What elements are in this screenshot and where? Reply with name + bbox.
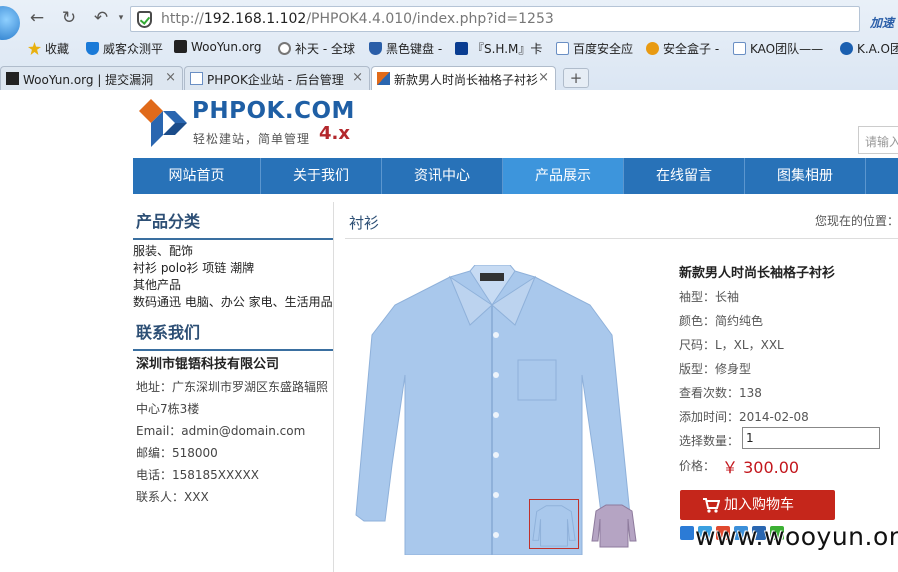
tab-product[interactable]: 新款男人时尚长袖格子衬衫 × (371, 66, 556, 90)
bookmark-item[interactable]: 补天 - 全球 (278, 40, 355, 57)
browser-chrome: ← ↻ ↶ ▾ http://192.168.1.102/PHPOK4.4.01… (0, 0, 898, 90)
product-attribute: 查看次数：138 (679, 386, 762, 400)
phpok-icon (377, 72, 390, 85)
menu-item-about[interactable]: 关于我们 (261, 158, 382, 194)
back-arrow-icon[interactable]: ← (26, 8, 48, 28)
star-icon (28, 42, 41, 55)
product-attribute: 添加时间：2014-02-08 (679, 410, 809, 424)
menu-item-gallery[interactable]: 图集相册 (745, 158, 866, 194)
product-price: ￥ 300.00 (722, 458, 800, 477)
bookmarks-bar: 收藏 威客众测平 WooYun.org 补天 - 全球 黑色键盘 - 『S.H.… (0, 36, 898, 60)
new-tab-button[interactable]: + (563, 68, 589, 88)
share-plus-icon[interactable] (680, 526, 694, 540)
quantity-label: 选择数量： (679, 434, 740, 448)
bookmark-item[interactable]: 威客众测平 (86, 40, 163, 57)
wooyun-icon (174, 40, 187, 53)
shield-icon (86, 42, 99, 55)
bookmark-item[interactable]: KAO团队—— (733, 40, 823, 57)
refresh-icon[interactable]: ↻ (58, 8, 80, 28)
product-thumb-purple[interactable] (589, 499, 639, 549)
web-page: PHPOK.COM 轻松建站，简单管理 4.x 请输入 网站首页 关于我们 资讯… (0, 90, 898, 572)
cart-icon (703, 498, 720, 513)
brand-slogan: 轻松建站，简单管理 (193, 132, 311, 146)
contact-title: 联系我们 (133, 313, 333, 351)
bookmark-item[interactable]: 收藏 (28, 40, 69, 57)
category-link[interactable]: 衬衫 polo衫 项链 潮牌 (133, 260, 333, 277)
bookmark-item[interactable]: 『S.H.M』卡 (455, 40, 542, 57)
page-icon (190, 72, 203, 85)
security-shield-icon (137, 11, 152, 28)
brand-name[interactable]: PHPOK.COM (192, 98, 355, 124)
product-attribute: 颜色：简约纯色 (679, 314, 764, 328)
tab-strip: WooYun.org | 提交漏洞 × PHPOK企业站 - 后台管理 × 新款… (0, 64, 898, 90)
tab-wooyun[interactable]: WooYun.org | 提交漏洞 × (0, 66, 183, 90)
watermark-text: www.wooyun.org (695, 522, 898, 551)
navigation-bar: ← ↻ ↶ ▾ http://192.168.1.102/PHPOK4.4.01… (0, 4, 898, 40)
product-attribute: 尺码：L，XL，XXL (679, 338, 784, 352)
contact-postcode: 邮编：518000 (136, 446, 218, 460)
kao-icon (840, 42, 853, 55)
menu-item-message[interactable]: 在线留言 (624, 158, 745, 194)
close-icon[interactable]: × (165, 70, 176, 85)
address-bar[interactable]: http://192.168.1.102/PHPOK4.4.010/index.… (130, 6, 860, 32)
page-icon (556, 42, 569, 55)
shm-icon (455, 42, 468, 55)
add-to-cart-button[interactable]: 加入购物车 (680, 490, 835, 520)
browser-logo-icon[interactable] (0, 6, 20, 40)
main-menu: 网站首页 关于我们 资讯中心 产品展示 在线留言 图集相册 (133, 158, 898, 194)
menu-item-home[interactable]: 网站首页 (133, 158, 261, 194)
menu-item-products[interactable]: 产品展示 (503, 158, 624, 194)
product-attribute: 袖型：长袖 (679, 290, 740, 304)
bookmark-item[interactable]: K.A.O团 (840, 40, 898, 57)
keyboard-shield-icon (369, 42, 382, 55)
categories-title: 产品分类 (133, 202, 333, 240)
page-icon (733, 42, 746, 55)
quantity-input[interactable] (742, 427, 880, 449)
close-icon[interactable]: × (538, 70, 549, 85)
contact-address: 地址：广东深圳市罗湖区东盛路辐照 (136, 380, 329, 394)
product-attribute: 版型：修身型 (679, 362, 752, 376)
bookmark-item[interactable]: 安全盒子 - (646, 40, 719, 57)
contact-email: Email：admin@domain.com (136, 424, 306, 438)
company-name: 深圳市锟铻科技有限公司 (136, 357, 280, 372)
contact-person: 联系人：XXX (136, 490, 209, 504)
brand-version: 4.x (319, 123, 350, 144)
phpok-logo-icon[interactable] (137, 97, 187, 147)
column-divider (333, 202, 334, 572)
contact-phone: 电话：158185XXXXX (136, 468, 259, 482)
contact-address-cont: 中心7栋3楼 (136, 402, 200, 416)
page-title: 衬衫 (349, 214, 380, 232)
product-title: 新款男人时尚长袖格子衬衫 (679, 266, 836, 281)
box-icon (646, 42, 659, 55)
close-icon[interactable]: × (352, 70, 363, 85)
site-search-input[interactable]: 请输入 (858, 126, 898, 154)
category-link[interactable]: 服装、配饰 (133, 243, 333, 260)
breadcrumb: 您现在的位置： (815, 214, 898, 228)
product-thumb-blue[interactable] (529, 499, 579, 549)
menu-item-news[interactable]: 资讯中心 (382, 158, 503, 194)
wooyun-icon (6, 72, 19, 85)
bookmark-item[interactable]: 黑色键盘 - (369, 40, 442, 57)
butian-icon (278, 42, 291, 55)
tab-admin[interactable]: PHPOK企业站 - 后台管理 × (184, 66, 370, 90)
price-label: 价格： (679, 459, 716, 473)
sidebar: 产品分类 服装、配饰 衬衫 polo衫 项链 潮牌 其他产品 数码通迅 电脑、办… (133, 202, 333, 508)
accelerate-button[interactable]: 加速 (870, 14, 894, 31)
divider (345, 238, 898, 239)
bookmark-item[interactable]: WooYun.org (174, 40, 262, 54)
bookmark-item[interactable]: 百度安全应 (556, 40, 633, 57)
category-link[interactable]: 数码通迅 电脑、办公 家电、生活用品 (133, 294, 333, 311)
category-link[interactable]: 其他产品 (133, 277, 333, 294)
url-text[interactable]: http://192.168.1.102/PHPOK4.4.010/index.… (161, 11, 554, 27)
undo-icon[interactable]: ↶ (90, 8, 112, 28)
chevron-down-icon[interactable]: ▾ (110, 8, 132, 28)
